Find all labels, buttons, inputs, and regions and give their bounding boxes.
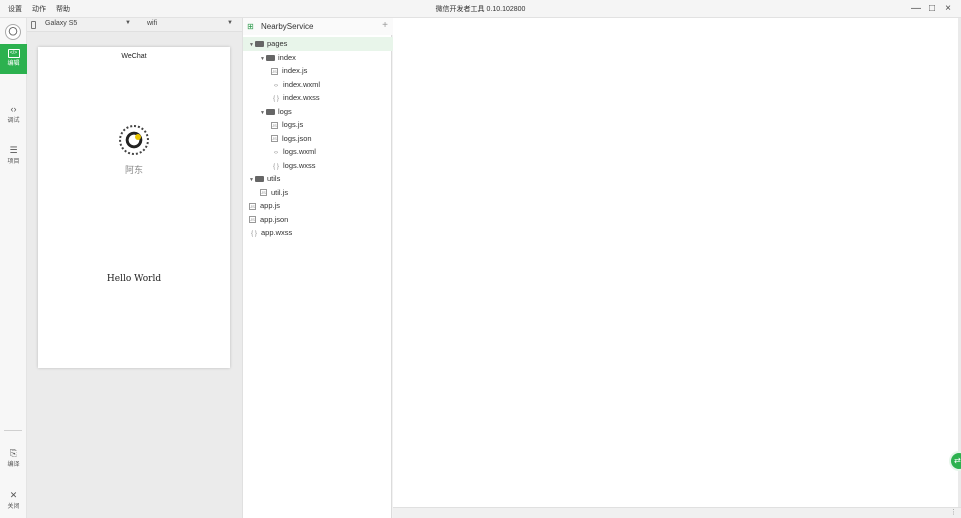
tree-item-label: app.json [260,214,289,224]
tree-item-label: index.wxss [283,93,320,102]
nav-project-label: 项目 [7,159,20,165]
maximize-icon[interactable]: □ [927,2,937,16]
nav-compile-label: 编译 [7,462,20,468]
tree-item-label: app.js [260,201,281,210]
tree-item-label: logs.json [282,133,312,143]
tree-item-label: index.js [282,66,308,75]
tree-file[interactable]: { } logs.wxss [243,159,393,173]
tree-folder[interactable]: ▼ index [243,51,393,65]
nav-edit[interactable]: </> 编辑 [0,44,27,74]
more-icon[interactable]: ⋮ [950,508,957,516]
tree-file[interactable]: ‹› logs.wxml [243,145,393,159]
tree-item-label: index [278,52,296,62]
window-controls: — □ × [911,2,953,16]
tree-item-label: utils [267,174,281,183]
minimize-icon[interactable]: — [911,2,921,16]
simulator-toolbar: Galaxy S5 ▼ wifi ▼ [27,18,242,32]
title-bar: 设置 动作 帮助 微信开发者工具 0.10.102800 — □ × [0,0,961,18]
user-nickname: 阿东 [124,166,143,176]
device-select[interactable]: Galaxy S5 [45,20,77,27]
project-icon: ☰ [9,145,18,155]
tree-item-label: logs [278,106,292,116]
tree-item-label: app.wxss [261,228,293,237]
tree-file[interactable]: ‹› index.wxml [243,78,393,92]
phone-nav-title: WeChat [121,53,147,60]
close-icon: ✕ [9,490,18,500]
tree-item-label: util.js [271,187,289,197]
js-file-icon: JS [260,189,267,197]
code-icon: </> [7,49,20,58]
simulator-area: WeChat 阿东 Hello World [27,32,242,518]
left-toolbar: </> 编辑 ‹› 调试 ☰ 项目 ⎘ 编译 ✕ 关闭 [0,18,27,518]
nav-compile[interactable]: ⎘ 编译 [0,442,27,472]
nav-debug[interactable]: ‹› 调试 [0,98,27,128]
nav-debug-label: 调试 [7,118,20,124]
arrow-icon: ⇄ [954,456,961,465]
tree-file[interactable]: JS logs.json [243,132,393,146]
nav-project[interactable]: ☰ 项目 [0,139,27,169]
sidebar-divider [4,430,22,431]
file-explorer: ⊞ NearbyService + ▼ pages ▼ index JS index.js… [242,18,393,518]
network-select[interactable]: wifi [147,20,157,27]
network-caret-icon[interactable]: ▼ [227,20,233,26]
nav-close-label: 关闭 [7,504,20,510]
js-file-icon: JS [249,202,256,210]
editor-status-bar: ⋮ [393,507,961,518]
tree-file[interactable]: JS app.js [243,199,393,213]
tree-item-label: logs.wxml [283,147,316,156]
code-editor[interactable] [393,18,958,507]
debug-icon: ‹› [10,104,17,114]
tree-file[interactable]: JS index.js [243,64,393,78]
tree-item-label: pages [267,39,288,48]
tree-file[interactable]: JS util.js [243,186,393,200]
tree-file[interactable]: JS logs.js [243,118,393,132]
tree-file[interactable]: { } app.wxss [243,226,393,240]
user-avatar[interactable] [5,24,21,40]
add-file-button[interactable]: + [382,20,388,31]
js-file-icon: JS [271,121,278,129]
folder-icon [255,176,264,183]
explorer-header: ⊞ NearbyService + [243,18,393,35]
folder-icon [255,41,264,48]
folder-icon [266,108,275,115]
tree-item-label: logs.js [282,120,304,129]
tree-file[interactable]: JS app.json [243,213,393,227]
hello-text: Hello World [106,274,162,284]
phone-screen[interactable]: WeChat 阿东 Hello World [38,47,230,368]
file-tree: ▼ pages ▼ index JS index.js ‹› index.wxml{ } ind… [243,37,393,240]
folder-icon [266,54,275,61]
phone-icon [31,21,36,29]
tree-folder[interactable]: ▼ pages [243,37,393,51]
tree-folder[interactable]: ▼ logs [243,105,393,119]
nav-close[interactable]: ✕ 关闭 [0,484,27,514]
device-caret-icon[interactable]: ▼ [125,20,131,26]
project-tree-icon: ⊞ [247,22,254,31]
tree-item-label: index.wxml [283,79,321,89]
user-avatar-logo[interactable] [119,125,149,155]
tree-folder[interactable]: ▼ utils [243,172,393,186]
nav-edit-label: 编辑 [7,61,20,67]
window-title: 微信开发者工具 0.10.102800 [435,6,526,13]
style-file-icon: { } [251,231,257,237]
project-name: NearbyService [261,22,314,31]
compile-icon: ⎘ [9,448,18,458]
tree-item-label: logs.wxss [283,160,316,170]
window-close-icon[interactable]: × [943,2,953,16]
tree-file[interactable]: { } index.wxss [243,91,393,105]
json-file-icon: JS [271,135,278,143]
json-file-icon: JS [249,216,256,224]
js-file-icon: JS [271,67,278,75]
